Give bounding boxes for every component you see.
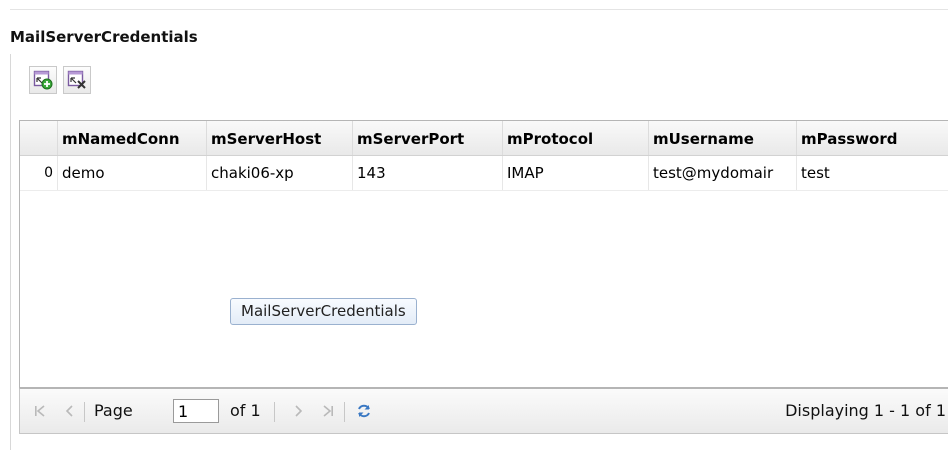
page-count-label: of 1 (230, 401, 261, 420)
pager-separator (274, 402, 275, 422)
column-header-mprotocol[interactable]: mProtocol (503, 121, 649, 155)
add-record-icon (33, 70, 53, 90)
page-label: Page (94, 401, 133, 420)
grid-header: mNamedConn mServerHost mServerPort mProt… (20, 121, 948, 156)
first-page-icon[interactable] (32, 403, 48, 419)
column-header-musername[interactable]: mUsername (649, 121, 797, 155)
table-row[interactable]: 0 demo chaki06-xp 143 IMAP test@mydomair… (20, 156, 948, 191)
prev-page-icon[interactable] (62, 403, 78, 419)
last-page-icon[interactable] (320, 403, 336, 419)
credentials-grid: mNamedConn mServerHost mServerPort mProt… (19, 120, 948, 388)
column-header-mserverport[interactable]: mServerPort (353, 121, 503, 155)
delete-record-button[interactable] (63, 66, 91, 94)
cell-musername[interactable]: test@mydomair (649, 156, 797, 190)
column-header-mserverhost[interactable]: mServerHost (207, 121, 353, 155)
refresh-icon[interactable] (356, 403, 372, 419)
cell-mserverhost[interactable]: chaki06-xp (207, 156, 353, 190)
grid-tooltip: MailServerCredentials (230, 298, 417, 325)
top-divider (10, 9, 948, 10)
cell-mnamedconn[interactable]: demo (58, 156, 207, 190)
pager-separator (84, 402, 85, 422)
column-header-mnamedconn[interactable]: mNamedConn (58, 121, 207, 155)
column-header-mpassword[interactable]: mPassword (797, 121, 948, 155)
panel-title: MailServerCredentials (10, 28, 198, 46)
left-divider (10, 54, 11, 450)
cell-mpassword[interactable]: test (797, 156, 948, 190)
delete-record-icon (67, 70, 86, 89)
row-number: 0 (20, 156, 58, 190)
cell-mprotocol[interactable]: IMAP (503, 156, 649, 190)
pager-separator (344, 402, 345, 422)
displaying-info: Displaying 1 - 1 of 1 (785, 401, 946, 420)
paging-toolbar: Page of 1 Displaying 1 - 1 of 1 (19, 388, 948, 434)
cell-mserverport[interactable]: 143 (353, 156, 503, 190)
add-record-button[interactable] (29, 66, 57, 94)
page-number-input[interactable] (173, 399, 219, 423)
next-page-icon[interactable] (290, 403, 306, 419)
column-header-rownum (20, 121, 58, 155)
